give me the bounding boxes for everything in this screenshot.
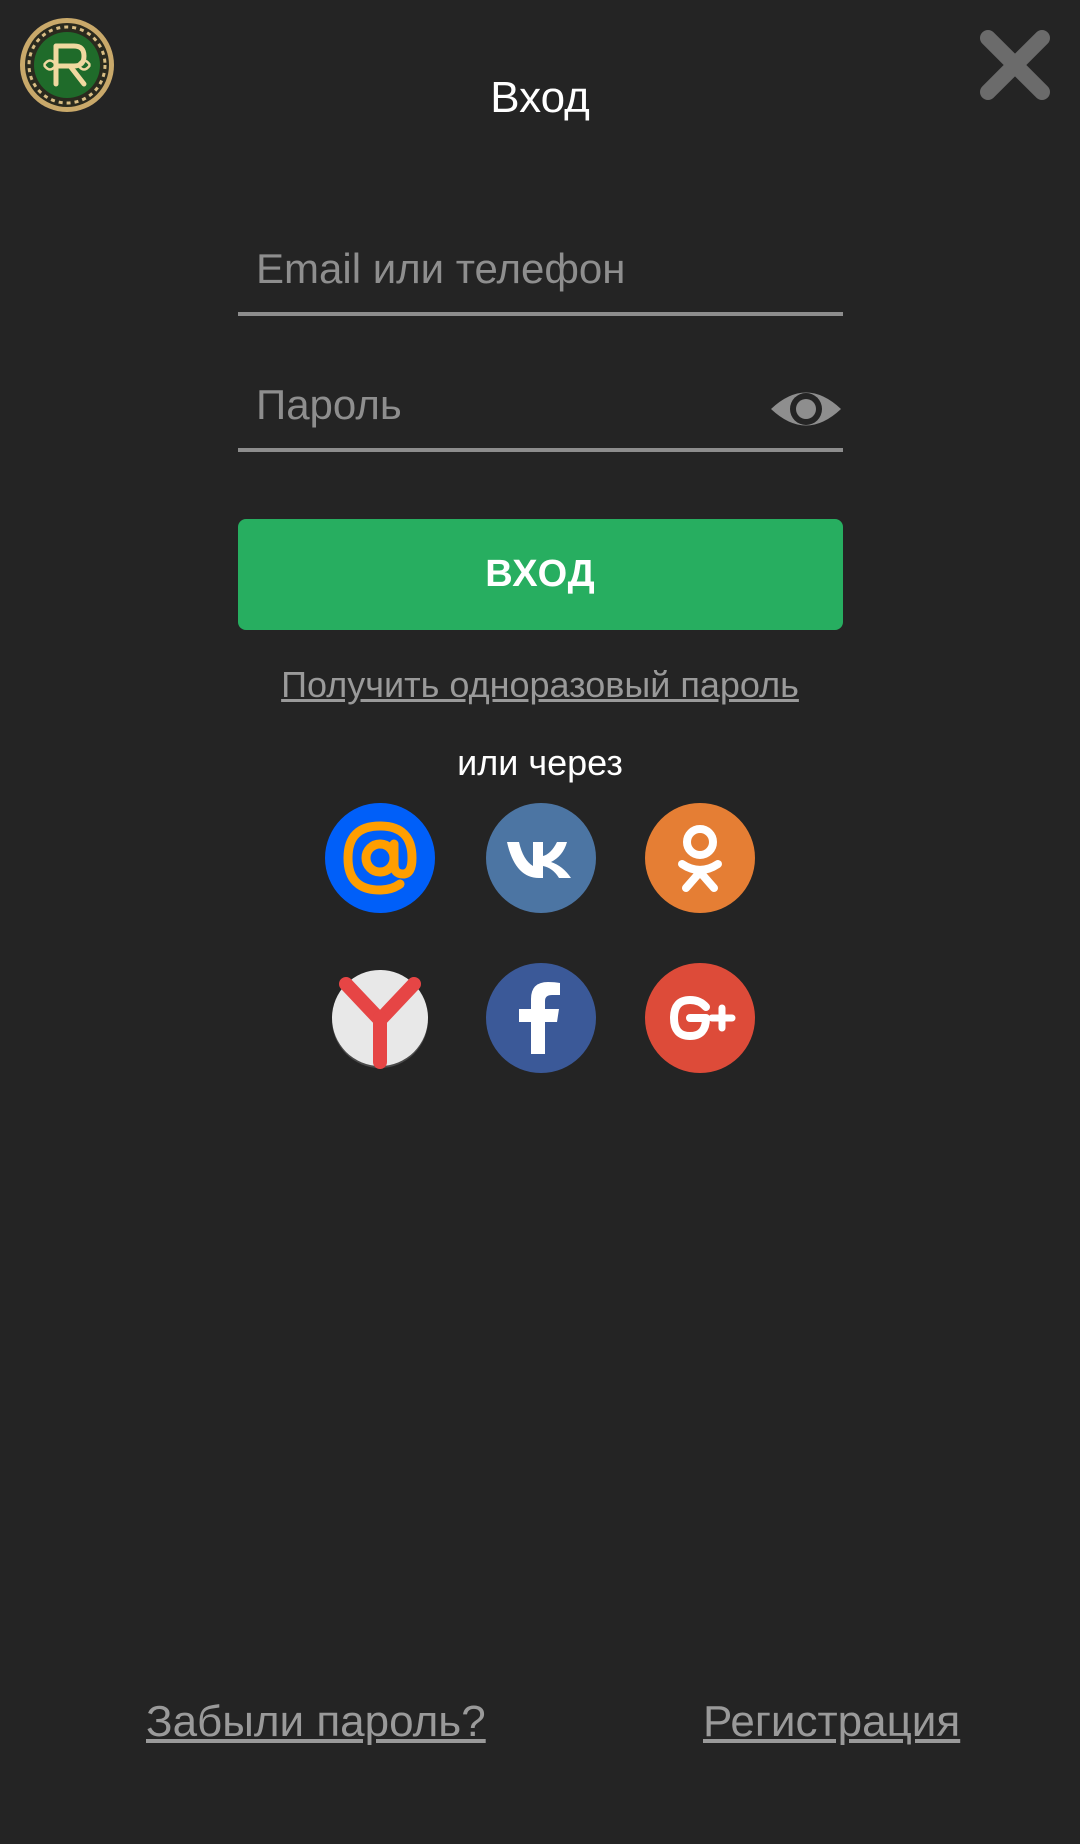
login-button[interactable]: ВХОД	[238, 519, 843, 630]
odnoklassniki-icon	[645, 803, 755, 913]
password-field-container	[238, 362, 843, 452]
password-input[interactable]	[238, 362, 843, 448]
email-input[interactable]	[238, 226, 843, 312]
email-underline	[238, 312, 843, 316]
password-underline	[238, 448, 843, 452]
mail-ru-button[interactable]	[324, 802, 436, 914]
mail-ru-icon	[325, 803, 435, 913]
forgot-password-link[interactable]: Забыли пароль?	[146, 1692, 486, 1752]
google-plus-button[interactable]	[644, 962, 756, 1074]
yandex-button[interactable]	[324, 962, 436, 1074]
facebook-icon	[486, 963, 596, 1073]
vk-icon	[486, 803, 596, 913]
email-field-container	[238, 226, 843, 316]
yandex-icon	[332, 970, 428, 1069]
eye-icon[interactable]	[769, 372, 843, 446]
close-button[interactable]	[978, 28, 1052, 102]
register-link[interactable]: Регистрация	[703, 1692, 960, 1752]
close-icon	[980, 30, 1050, 100]
one-time-password-link[interactable]: Получить одноразовый пароль	[0, 660, 1080, 710]
page-title: Вход	[490, 73, 590, 122]
social-login-label: или через	[457, 742, 623, 783]
odnoklassniki-button[interactable]	[644, 802, 756, 914]
facebook-button[interactable]	[485, 962, 597, 1074]
vk-button[interactable]	[485, 802, 597, 914]
google-plus-icon	[645, 963, 755, 1073]
